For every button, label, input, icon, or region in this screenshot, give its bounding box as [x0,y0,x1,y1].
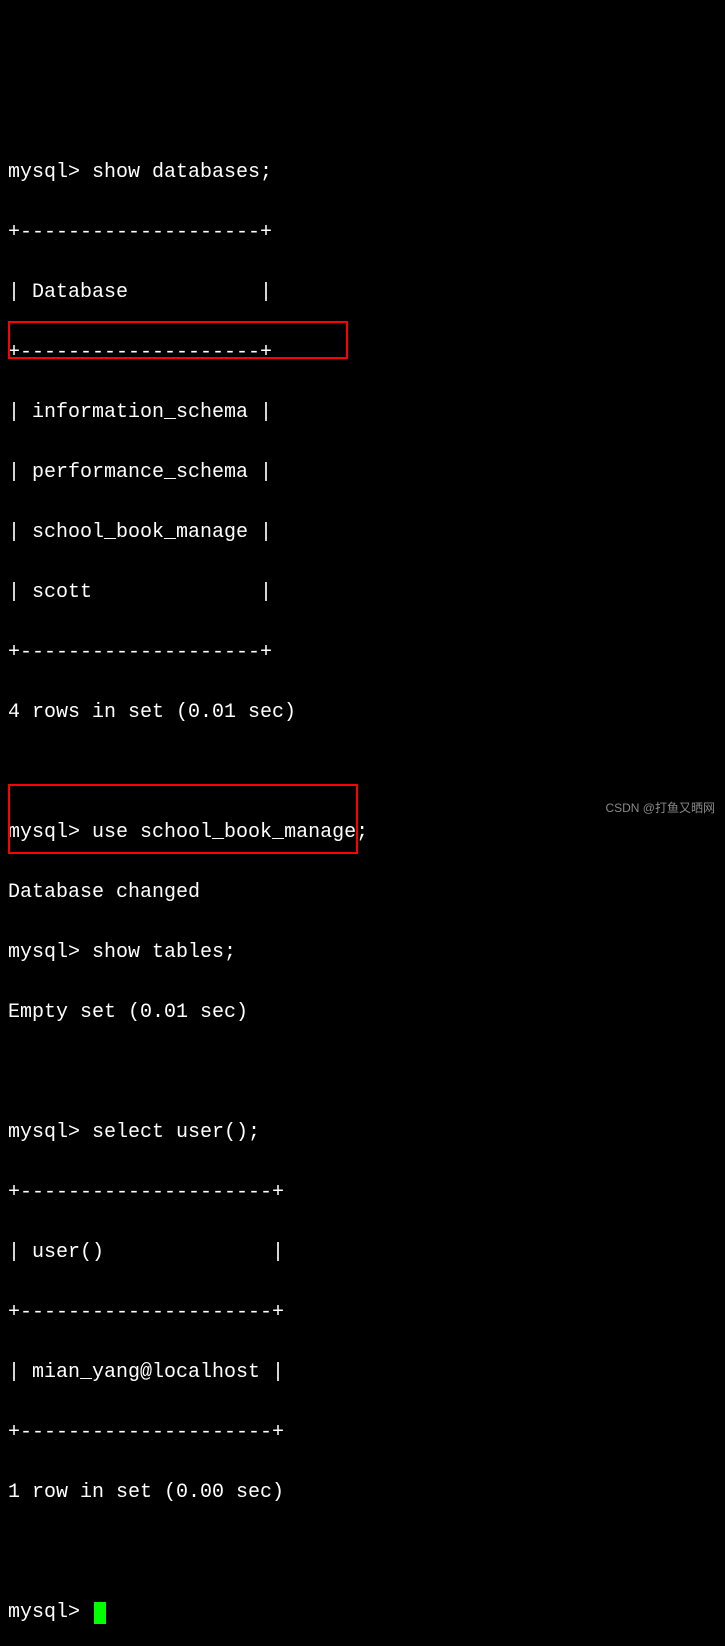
database-changed: Database changed [8,878,717,908]
table-border: +---------------------+ [8,1418,717,1448]
terminal-output: mysql> show databases; +----------------… [8,128,717,1646]
mysql-prompt: mysql> [8,941,80,964]
table-border: +--------------------+ [8,218,717,248]
cursor-icon [94,1602,106,1624]
mysql-prompt: mysql> [8,821,80,844]
result-empty: Empty set (0.01 sec) [8,998,717,1028]
table-header: | Database | [8,278,717,308]
result-summary: 4 rows in set (0.01 sec) [8,698,717,728]
command-text: show databases; [92,161,272,184]
table-border: +---------------------+ [8,1298,717,1328]
command-text: use school_book_manage; [92,821,368,844]
table-row: | scott | [8,578,717,608]
mysql-prompt: mysql> [8,1601,80,1624]
blank-line [8,1538,717,1568]
mysql-prompt: mysql> [8,161,80,184]
table-row: | information_schema | [8,398,717,428]
command-text: show tables; [92,941,236,964]
table-border: +---------------------+ [8,1178,717,1208]
watermark-text: CSDN @打鱼又晒网 [605,799,715,817]
mysql-prompt: mysql> [8,1121,80,1144]
table-row: | performance_schema | [8,458,717,488]
cmd-line-show-databases: mysql> show databases; [8,158,717,188]
table-border: +--------------------+ [8,338,717,368]
cmd-line-select-user: mysql> select user(); [8,1118,717,1148]
table-row: | mian_yang@localhost | [8,1358,717,1388]
blank-line [8,758,717,788]
table-border: +--------------------+ [8,638,717,668]
cmd-line-prompt[interactable]: mysql> [8,1598,717,1628]
blank-line [8,1058,717,1088]
result-summary: 1 row in set (0.00 sec) [8,1478,717,1508]
table-header: | user() | [8,1238,717,1268]
table-row: | school_book_manage | [8,518,717,548]
cmd-line-show-tables: mysql> show tables; [8,938,717,968]
command-text: select user(); [92,1121,260,1144]
